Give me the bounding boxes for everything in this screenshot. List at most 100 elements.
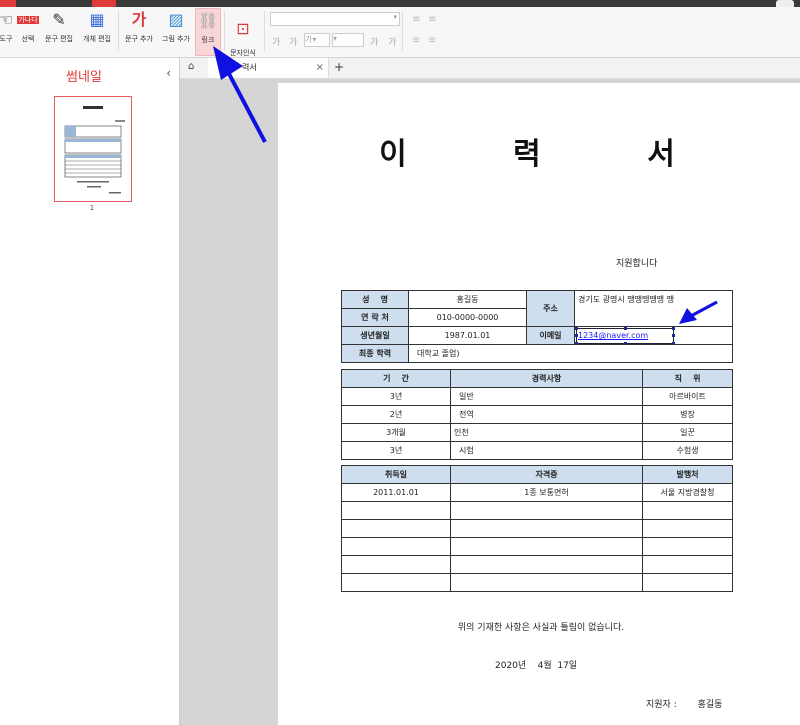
table-row [341,555,733,574]
license-name [450,501,643,520]
subscript-button[interactable]: 가 [388,35,396,48]
license-date [341,519,451,538]
add-text-button[interactable]: 가 문구 추가 [121,10,157,44]
license-name [450,573,643,592]
link-button[interactable]: ⛓ 링크 [195,8,221,56]
phone-value: 010-0000-0000 [408,308,527,327]
table-row: 2011.01.01 1종 보통면허 서울 지방경찰청 [341,483,733,502]
license-name [450,555,643,574]
align-right-icon[interactable]: ≡ [428,35,436,46]
edit-text-button[interactable]: ✎ 문구 편집 [41,10,77,44]
apply-text: 지원합니다 [616,259,658,269]
collapse-panel-icon[interactable]: ‹ [166,66,171,80]
career-position: 아르바이트 [642,387,733,406]
document-canvas: 이 력 서 지원합니다 성 명 홍길동 주소 경기도 광명시 땡땡땡땡땡 땡 연… [180,79,800,725]
email-cell: 1234@naver.com [574,326,733,345]
thumbnail-panel-title: 썸네일 [66,70,102,85]
license-issuer: 서울 지방경찰청 [642,483,733,502]
separator [224,11,225,51]
active-menu-tab[interactable] [92,0,116,7]
page-thumbnail[interactable] [54,96,132,202]
select-tool-button[interactable]: 가나다 선택 [17,10,39,44]
career-experience: 전역 [450,405,643,424]
select-text-icon: 가나다 [17,16,39,24]
edit-text-icon: ✎ [52,10,66,29]
license-name: 1종 보통면허 [450,483,643,502]
font-name-select[interactable]: ▾ [270,12,400,26]
license-date [341,573,451,592]
align-center-icon[interactable]: ≡ [428,14,436,25]
image-icon: ▨ [168,10,184,29]
search-icon[interactable] [776,0,794,7]
email-link[interactable]: 1234@naver.com [578,331,648,340]
chevron-down-icon: ▾ [393,13,397,21]
license-table: 취득일 자격증 발행처 2011.01.01 1종 보통면허 서울 지방경찰청 [341,465,733,592]
hand-tool-button[interactable]: ☜ 도구 [0,10,16,44]
license-header-name: 자격증 [450,465,643,484]
license-header-date: 취득일 [341,465,451,484]
career-period: 3개월 [341,423,451,442]
document-tab[interactable]: 력서 × [208,58,329,78]
edit-object-icon: ▦ [89,10,105,29]
signer-line: 지원자 : 홍길동 [646,697,722,710]
new-tab-icon[interactable]: + [334,60,344,74]
thumbnail-panel: 썸네일 ‹ 1 [14,58,180,725]
table-row [341,519,733,538]
resize-handle[interactable] [624,342,627,344]
resize-handle[interactable] [575,342,578,344]
license-name [450,537,643,556]
font-style-select[interactable]: 가▾ [304,33,330,47]
career-table: 기 간 경력사항 직 위 3년 일반 아르바이트 2년 전역 병장 3개월 인천… [341,369,733,460]
edit-object-button[interactable]: ▦ 개체 편집 [79,10,115,44]
resize-handle[interactable] [624,327,627,330]
close-icon[interactable]: × [316,58,324,78]
personal-info-table: 성 명 홍길동 주소 경기도 광명시 땡땡땡땡땡 땡 연 락 처 010-000… [341,290,733,363]
license-date [341,537,451,556]
separator [402,11,403,51]
resize-handle[interactable] [672,342,675,344]
career-period: 3년 [341,387,451,406]
birth-label: 생년월일 [341,326,409,345]
license-date: 2011.01.01 [341,483,451,502]
career-experience: 시험 [450,441,643,460]
statement-text: 위의 기재한 사항은 사실과 틀림이 없습니다. [457,623,625,633]
career-header-period: 기 간 [341,369,451,388]
superscript-button[interactable]: 가 [370,35,378,48]
career-header-experience: 경력사항 [450,369,643,388]
license-header-issuer: 발행처 [642,465,733,484]
separator [264,11,265,51]
career-position: 일꾼 [642,423,733,442]
font-shrink-button[interactable]: 가 [289,35,297,48]
career-position: 수험생 [642,441,733,460]
name-label: 성 명 [341,290,409,309]
license-issuer [642,501,733,520]
table-row: 2년 전역 병장 [341,405,733,424]
address-value: 경기도 광명시 땡땡땡땡땡 땡 [574,290,733,327]
resize-handle[interactable] [672,327,675,330]
email-label: 이메일 [526,326,575,345]
resize-handle[interactable] [672,334,675,337]
date-text: 2020년 4월 17일 [495,661,578,671]
table-row [341,501,733,520]
career-header-position: 직 위 [642,369,733,388]
career-position: 병장 [642,405,733,424]
side-toolbar [0,58,15,725]
career-experience: 인천 [450,423,643,442]
font-grow-button[interactable]: 가 [272,35,280,48]
app-menubar [0,0,800,7]
add-text-icon: 가 [131,10,147,29]
home-icon[interactable]: ⌂ [188,61,194,72]
ocr-icon: ⊡ [236,19,250,38]
align-left-icon[interactable]: ≡ [412,14,420,25]
add-image-button[interactable]: ▨ 그림 추가 [159,10,193,44]
table-row: 3년 시험 수험생 [341,441,733,460]
table-row: 3년 일반 아르바이트 [341,387,733,406]
name-value: 홍길동 [408,290,527,309]
resize-handle[interactable] [575,327,578,330]
font-size-select[interactable]: ▾ [332,33,364,47]
license-issuer [642,519,733,538]
document-page: 이 력 서 지원합니다 성 명 홍길동 주소 경기도 광명시 땡땡땡땡땡 땡 연… [278,83,800,725]
app-logo [0,0,16,7]
resume-title: 이 력 서 [379,137,723,172]
align-justify-icon[interactable]: ≡ [412,35,420,46]
